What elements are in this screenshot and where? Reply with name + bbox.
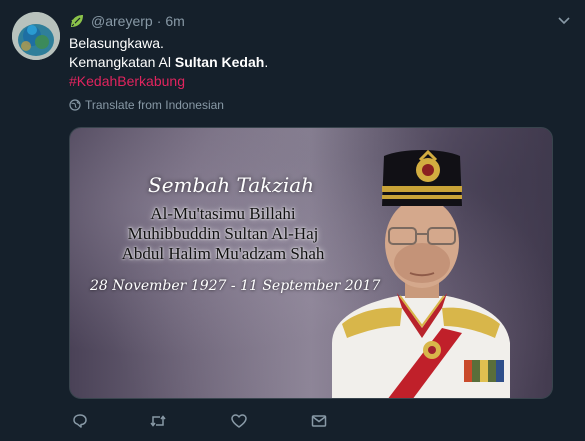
direct-message-button[interactable] bbox=[310, 412, 328, 430]
hashtag-link[interactable]: #KedahBerkabung bbox=[69, 72, 268, 91]
like-button[interactable] bbox=[230, 412, 248, 430]
retweet-icon bbox=[150, 415, 166, 427]
user-handle[interactable]: @areyerp bbox=[91, 13, 153, 29]
reply-icon bbox=[73, 414, 87, 428]
retweet-button[interactable] bbox=[149, 412, 167, 430]
tweet-header: @areyerp · 6m bbox=[69, 12, 185, 30]
name-line: Muhibbuddin Sultan Al-Haj bbox=[127, 224, 319, 243]
sultan-name: Al-Mu'tasimu Billahi Muhibbuddin Sultan … bbox=[88, 204, 358, 264]
reply-button[interactable] bbox=[71, 412, 89, 430]
avatar[interactable] bbox=[12, 12, 60, 60]
timestamp[interactable]: 6m bbox=[165, 13, 184, 29]
condolence-title: Sembah Takziah bbox=[148, 173, 315, 197]
separator: · bbox=[156, 13, 162, 29]
tweet-line-1: Belasungkawa. bbox=[69, 35, 164, 51]
name-line: Abdul Halim Mu'adzam Shah bbox=[121, 244, 325, 263]
media-image: Sembah Takziah Al-Mu'tasimu Billahi Muhi… bbox=[70, 128, 552, 398]
leaf-icon bbox=[71, 15, 83, 27]
tweet-text: Belasungkawa. Kemangkatan Al Sultan Keda… bbox=[69, 34, 268, 91]
globe-icon bbox=[69, 99, 81, 111]
tweet-actions bbox=[69, 412, 369, 432]
name-line: Al-Mu'tasimu Billahi bbox=[150, 204, 296, 223]
bold-text: Sultan Kedah bbox=[174, 54, 265, 70]
translate-label: Translate from Indonesian bbox=[85, 98, 224, 112]
tweet-line-2: Kemangkatan Al Sultan Kedah. bbox=[69, 53, 268, 72]
tweet-media[interactable]: Sembah Takziah Al-Mu'tasimu Billahi Muhi… bbox=[69, 127, 553, 399]
envelope-icon bbox=[311, 415, 327, 427]
life-dates: 28 November 1927 - 11 September 2017 bbox=[90, 278, 381, 294]
heart-icon bbox=[231, 414, 247, 428]
tweet[interactable]: @areyerp · 6m Belasungkawa. Kemangkatan … bbox=[0, 0, 585, 441]
text-prefix: Kemangkatan Al bbox=[69, 54, 175, 70]
translate-link[interactable]: Translate from Indonesian bbox=[69, 98, 224, 112]
text-suffix: . bbox=[264, 54, 269, 70]
chevron-down-icon[interactable] bbox=[557, 14, 571, 28]
